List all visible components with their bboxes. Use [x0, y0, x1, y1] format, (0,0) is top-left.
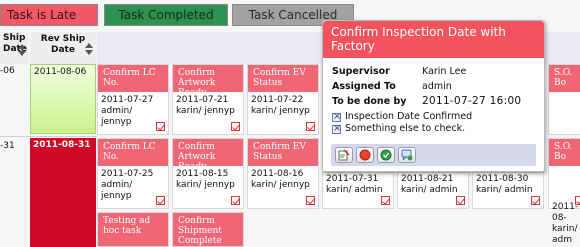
task-card-users: karin/ jennyp — [176, 180, 235, 190]
column-header-rev-ship-date[interactable]: Rev Ship Date — [30, 32, 96, 64]
task-card-date: 2011-08-15 — [176, 169, 229, 179]
task-card[interactable]: 2011-07-31 karin/ admin — [322, 172, 394, 209]
task-done-checkbox-icon[interactable] — [575, 196, 580, 205]
edit-note-icon[interactable] — [335, 147, 353, 163]
checked-box-icon[interactable] — [332, 111, 341, 123]
task-card[interactable]: S.O. Bo 2011-08- karin/ adm — [548, 138, 580, 245]
column-header-ship-date[interactable]: Ship Date — [0, 32, 28, 64]
task-card-title: Confirm Artwork Ready — [173, 65, 243, 92]
task-card-title: Confirm LC No. — [98, 139, 168, 166]
task-card-date: 2011-08-21 — [401, 174, 454, 184]
task-card-title: S.O. Bo — [549, 65, 580, 92]
task-done-checkbox-icon[interactable] — [306, 196, 315, 205]
task-done-checkbox-icon[interactable] — [156, 196, 165, 205]
task-card[interactable]: Confirm Artwork Ready 2011-07-21karin/ j… — [172, 64, 244, 135]
task-card-title: Confirm Shipment Complete Status — [173, 213, 243, 246]
task-card-date: 2011-08-30 — [476, 174, 529, 184]
task-card-title: Testing ad hoc task — [98, 213, 168, 246]
task-card[interactable]: Testing ad hoc task — [97, 212, 169, 247]
due-label: To be done by — [332, 96, 407, 107]
rev-ship-date-cell: 2011-08-06 — [30, 64, 96, 134]
checklist-item: Something else to check. — [345, 123, 466, 134]
ship-date-cell: -31 — [0, 141, 15, 151]
task-card-users: karin/ jennyp — [251, 180, 310, 190]
task-card-users: karin/ jennyp — [176, 106, 235, 116]
task-done-checkbox-icon[interactable] — [231, 196, 240, 205]
record-icon[interactable] — [356, 147, 374, 163]
task-card[interactable]: Confirm EV Status 2011-08-16 karin/ jenny… — [247, 138, 319, 209]
comment-add-icon[interactable] — [398, 147, 416, 163]
task-card-users: karin/ admin — [401, 185, 458, 195]
task-card-users: karin/ jennyp — [251, 106, 310, 116]
task-card-title: S.O. Bo — [549, 139, 580, 166]
task-done-checkbox-icon[interactable] — [381, 196, 390, 205]
task-card[interactable]: Confirm Shipment Complete Status — [172, 212, 244, 247]
legend-task-completed: Task Completed — [104, 4, 228, 26]
task-card-title: Confirm EV Status — [248, 139, 318, 166]
task-card-title: Confirm Artwork Ready — [173, 139, 243, 166]
task-card-users: karin/ admin — [326, 185, 383, 195]
task-done-checkbox-icon[interactable] — [231, 122, 240, 131]
task-card-date: 2011-07-31 — [326, 174, 379, 184]
task-card-title: Confirm LC No. — [98, 65, 168, 92]
check-circle-icon[interactable] — [377, 147, 395, 163]
task-card-date: 2011-08- — [552, 202, 579, 223]
task-card[interactable]: Confirm LC No. 2011-07-27 admin/ jennyp — [97, 64, 169, 135]
task-card-date: 2011-07-25 — [101, 169, 154, 179]
supervisor-label: Supervisor — [332, 66, 390, 77]
sort-arrows-icon[interactable] — [85, 43, 93, 55]
assigned-value: admin — [422, 81, 452, 92]
supervisor-value: Karin Lee — [422, 66, 467, 77]
task-card-date: 2011-07-22 — [251, 95, 304, 105]
due-value: 2011-07-27 16:00 — [422, 95, 522, 107]
checklist-item: Inspection Date Confirmed — [345, 111, 473, 122]
task-card[interactable]: Confirm LC No. 2011-07-25 admin/ jennyp — [97, 138, 169, 209]
task-card-title: Confirm EV Status — [248, 65, 318, 92]
task-done-checkbox-icon[interactable] — [531, 196, 540, 205]
task-card[interactable]: Confirm Artwork Ready 2011-08-15karin/ j… — [172, 138, 244, 209]
task-card-date: 2011-07-27 — [101, 95, 154, 105]
ship-date-cell: -06 — [0, 66, 15, 76]
column-header-rev-ship-date-label: Rev Ship Date — [40, 34, 86, 55]
task-detail-popup: Confirm Inspection Date with Factory Sup… — [322, 20, 545, 172]
assigned-label: Assigned To — [332, 81, 396, 92]
popup-toolbar — [331, 144, 536, 166]
task-card[interactable]: Confirm EV Status 2011-07-22 karin/ jenny… — [247, 64, 319, 135]
checked-box-icon[interactable] — [332, 123, 341, 135]
row-divider — [0, 136, 97, 137]
sort-arrows-icon[interactable] — [18, 44, 26, 56]
rev-ship-date-cell-overdue: 2011-08-31 — [30, 138, 96, 247]
task-card[interactable]: 2011-08-21 karin/ admin — [397, 172, 469, 209]
task-done-checkbox-icon[interactable] — [306, 122, 315, 131]
task-card[interactable]: 2011-08-30 karin/ admin — [472, 172, 544, 209]
task-card-date: 2011-08-16 — [251, 169, 304, 179]
legend-task-late: Task is Late — [0, 4, 98, 26]
task-card[interactable]: S.O. Bo — [548, 64, 580, 135]
popup-title: Confirm Inspection Date with Factory — [323, 21, 544, 58]
task-board: Task is Late Task Completed Task Cancell… — [0, 0, 580, 247]
task-card-users: karin/ adm — [552, 224, 578, 245]
task-card-users: karin/ admin — [476, 185, 533, 195]
task-done-checkbox-icon[interactable] — [456, 196, 465, 205]
task-done-checkbox-icon[interactable] — [156, 122, 165, 131]
task-card-date: 2011-07-21 — [176, 95, 229, 105]
